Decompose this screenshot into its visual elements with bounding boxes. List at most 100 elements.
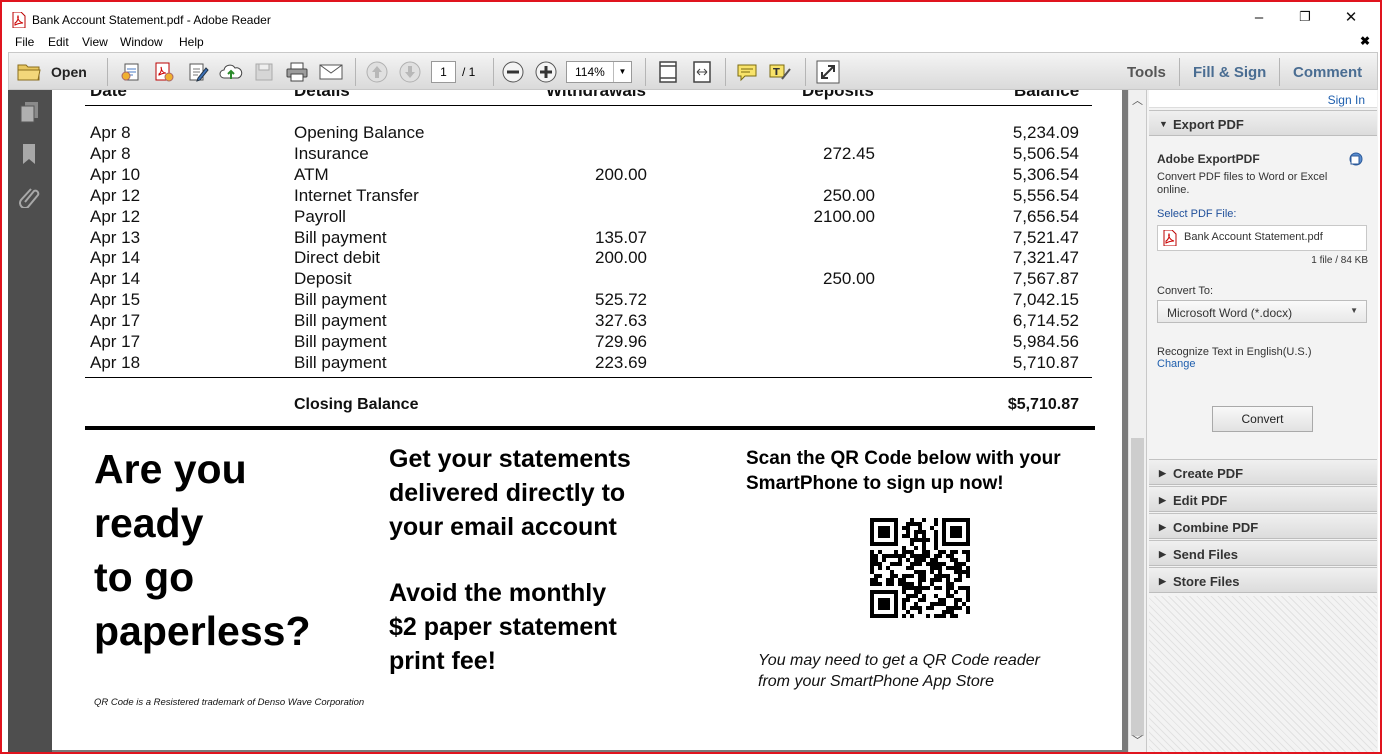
table-row: Apr 17 Bill payment 327.63 6,714.52 <box>52 311 1122 331</box>
toolbar-divider <box>725 58 726 86</box>
previous-page-button[interactable] <box>365 60 389 84</box>
promo-line: Get your statements <box>389 445 631 473</box>
export-pdf-header[interactable]: ▼ Export PDF <box>1149 110 1377 136</box>
cell-withdrawal: 729.96 <box>595 332 647 351</box>
cell-withdrawal: 135.07 <box>595 227 647 247</box>
folder-icon <box>17 64 41 81</box>
create-pdf-section[interactable]: ▶ Create PDF <box>1149 459 1377 485</box>
header-details: Details <box>294 90 350 100</box>
sticky-note-button[interactable] <box>735 60 759 84</box>
maximize-button[interactable]: ❐ <box>1282 6 1328 28</box>
selected-file-box[interactable]: Bank Account Statement.pdf <box>1157 225 1367 251</box>
cell-details: Insurance <box>294 143 369 163</box>
scrollbar-thumb[interactable] <box>1131 438 1144 736</box>
convert-to-select[interactable]: Microsoft Word (*.docx) ▼ <box>1157 300 1367 323</box>
qr-code-image <box>870 518 970 618</box>
cell-balance: 5,306.54 <box>1012 164 1079 184</box>
bookmark-icon[interactable] <box>18 142 42 166</box>
cell-date: Apr 18 <box>90 352 141 372</box>
convert-button[interactable]: Convert <box>1212 406 1313 432</box>
zoom-in-button[interactable] <box>534 60 558 84</box>
section-label: Send Files <box>1173 547 1239 562</box>
export-pdf-title: Export PDF <box>1173 117 1244 132</box>
cell-date: Apr 14 <box>90 269 141 289</box>
qr-heading-line: SmartPhone to sign up now! <box>746 473 1004 494</box>
chevron-right-icon: ▶ <box>1159 495 1166 505</box>
fit-page-button[interactable] <box>655 60 681 84</box>
page-total: / 1 <box>462 65 476 79</box>
close-document-icon[interactable]: ✖ <box>1360 34 1370 48</box>
cell-details: Bill payment <box>294 352 387 372</box>
menu-file[interactable]: File <box>15 35 34 49</box>
closing-balance-value: $5,710.87 <box>1007 396 1079 413</box>
zoom-out-icon <box>502 61 524 83</box>
send-files-section[interactable]: ▶ Send Files <box>1149 540 1377 566</box>
edit-pdf-section[interactable]: ▶ Edit PDF <box>1149 486 1377 512</box>
cell-withdrawal: 200.00 <box>595 164 647 184</box>
store-files-section[interactable]: ▶ Store Files <box>1149 567 1377 593</box>
scroll-down-icon[interactable]: ﹀ <box>1132 732 1143 748</box>
trademark-note: QR Code is a Resistered trademark of Den… <box>94 697 365 708</box>
fullscreen-button[interactable] <box>815 60 841 84</box>
zoom-select[interactable]: 114% ▼ <box>566 61 632 83</box>
fit-width-button[interactable] <box>689 60 715 84</box>
zoom-out-button[interactable] <box>501 60 525 84</box>
sign-in-link[interactable]: Sign In <box>1328 93 1365 107</box>
combine-pdf-section[interactable]: ▶ Combine PDF <box>1149 513 1377 539</box>
closing-balance-label: Closing Balance <box>294 396 419 413</box>
attachment-icon[interactable] <box>18 184 42 208</box>
menu-view[interactable]: View <box>82 35 108 49</box>
open-button[interactable]: Open <box>17 60 97 84</box>
chevron-right-icon: ▶ <box>1159 576 1166 586</box>
section-divider <box>85 426 1095 430</box>
toolbar-divider <box>355 58 356 86</box>
comment-link[interactable]: Comment <box>1293 64 1362 81</box>
paperless-headline: Are you ready to go paperless? <box>94 442 384 658</box>
menu-help[interactable]: Help <box>179 35 204 49</box>
pdf-file-icon <box>12 12 26 28</box>
cell-deposit: 2100.00 <box>813 206 875 226</box>
save-button[interactable] <box>253 60 275 84</box>
vertical-scrollbar[interactable]: ︿ ﹀ <box>1128 90 1146 752</box>
email-button[interactable] <box>319 60 343 84</box>
sign-in-bar: Sign In <box>1149 90 1377 108</box>
open-label: Open <box>51 64 87 80</box>
tools-link[interactable]: Tools <box>1127 64 1166 81</box>
description-line: Convert PDF files to Word or Excel <box>1157 171 1328 183</box>
pdf-page: Date Details Withdrawals Deposits Balanc… <box>52 90 1122 750</box>
highlight-text-button[interactable]: T <box>768 60 792 84</box>
cell-balance: 7,521.47 <box>1012 227 1079 247</box>
page-number-input[interactable]: 1 <box>431 61 456 83</box>
toolbar-divider <box>1279 58 1280 86</box>
toolbar-divider <box>645 58 646 86</box>
menu-window[interactable]: Window <box>120 35 163 49</box>
create-pdf-button[interactable] <box>119 60 143 84</box>
change-language-link[interactable]: Change <box>1157 358 1196 370</box>
table-row: Apr 8 Opening Balance 5,234.09 <box>52 123 1122 143</box>
cell-details: Bill payment <box>294 290 387 310</box>
arrow-down-icon <box>399 61 421 83</box>
cell-balance: 5,710.87 <box>1012 352 1079 372</box>
cell-balance: 7,567.87 <box>1012 269 1079 289</box>
menu-edit[interactable]: Edit <box>48 35 69 49</box>
cell-date: Apr 12 <box>90 185 141 205</box>
cell-date: Apr 10 <box>90 164 141 184</box>
cell-balance: 5,984.56 <box>1012 332 1079 351</box>
minimize-button[interactable]: – <box>1236 6 1282 28</box>
table-row: Apr 10 ATM 200.00 5,306.54 <box>52 165 1122 185</box>
edit-button[interactable] <box>186 60 210 84</box>
cell-date: Apr 15 <box>90 290 141 310</box>
cell-date: Apr 8 <box>90 143 131 163</box>
upload-button[interactable] <box>219 60 243 84</box>
export-pdf-button[interactable] <box>152 60 176 84</box>
scroll-up-icon[interactable]: ︿ <box>1132 92 1143 108</box>
close-button[interactable]: ✕ <box>1328 6 1374 28</box>
next-page-button[interactable] <box>398 60 422 84</box>
headline-line: ready <box>94 500 204 546</box>
title-bar: Bank Account Statement.pdf - Adobe Reade… <box>2 2 1380 32</box>
print-button[interactable] <box>285 60 309 84</box>
page-thumbnails-icon[interactable] <box>18 100 42 124</box>
fit-width-icon <box>693 61 711 83</box>
fill-sign-link[interactable]: Fill & Sign <box>1193 64 1266 81</box>
toolbar-divider <box>1179 58 1180 86</box>
